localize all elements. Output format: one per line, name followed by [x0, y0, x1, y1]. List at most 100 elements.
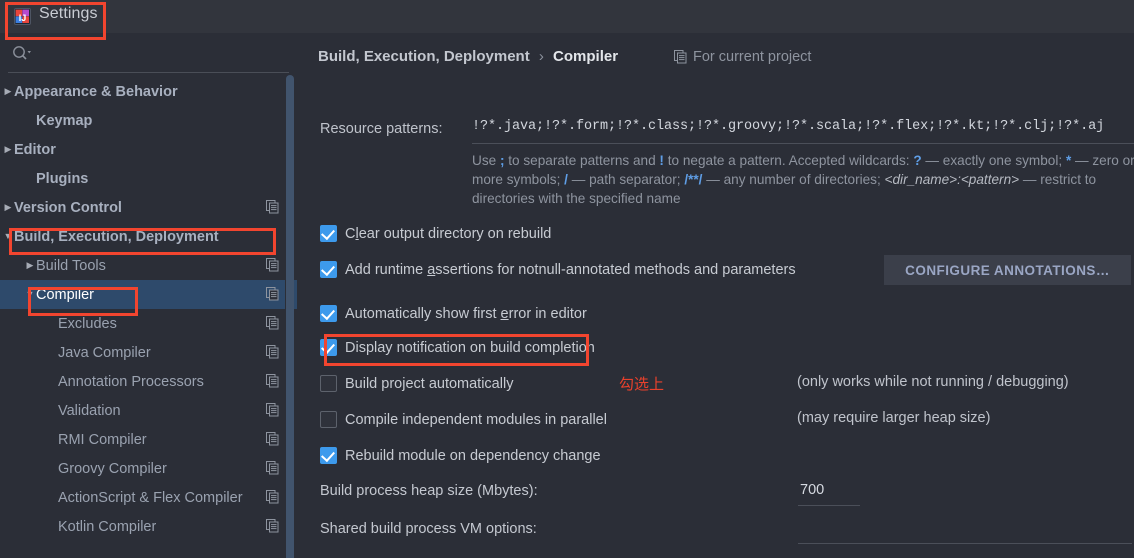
- sidebar-item-build-execution-deployment[interactable]: Build, Execution, Deployment: [0, 222, 297, 251]
- hint-fragment: to separate patterns and: [504, 153, 660, 168]
- checkbox-unchecked-icon[interactable]: [320, 411, 337, 428]
- sidebar-item-label: Java Compiler: [58, 344, 151, 361]
- checkbox-label: Automatically show first error in editor: [345, 305, 587, 322]
- configure-annotations-button[interactable]: CONFIGURE ANNOTATIONS…: [884, 255, 1131, 285]
- copy-icon[interactable]: [266, 287, 279, 301]
- checkbox-rebuild-module-on-dependency-change[interactable]: Rebuild module on dependency change: [320, 447, 601, 464]
- breadcrumb-leaf: Compiler: [553, 48, 619, 65]
- settings-tree: Appearance & Behavior Keymap Editor Plugins…: [0, 77, 297, 558]
- sidebar-item-actionscript-flex-compiler[interactable]: ActionScript & Flex Compiler: [0, 483, 297, 512]
- sidebar-item-groovy-compiler[interactable]: Groovy Compiler: [0, 454, 297, 483]
- copy-icon[interactable]: [266, 432, 279, 446]
- resource-patterns-input[interactable]: !?*.java;!?*.form;!?*.class;!?*.groovy;!…: [472, 119, 1132, 134]
- copy-icon[interactable]: [266, 316, 279, 330]
- sidebar-item-label: Build Tools: [36, 257, 106, 274]
- breadcrumb: Build, Execution, Deployment › Compiler: [318, 48, 618, 65]
- sidebar-item-compiler[interactable]: Compiler: [0, 280, 297, 309]
- heap-size-input[interactable]: 700: [800, 482, 824, 498]
- sidebar-item-rmi-compiler[interactable]: RMI Compiler: [0, 425, 297, 454]
- checkbox-build-project-automatically[interactable]: Build project automatically: [320, 375, 513, 392]
- sidebar-item-label: Version Control: [14, 199, 122, 216]
- sidebar-item-build-tools[interactable]: Build Tools: [0, 251, 297, 280]
- sidebar-item-version-control[interactable]: Version Control: [0, 193, 297, 222]
- sidebar-item-label: Editor: [14, 141, 56, 158]
- hint-fragment: ?: [913, 153, 922, 168]
- resource-patterns-underline: [472, 143, 1134, 144]
- annotation-text-cn: 勾选上: [619, 376, 665, 393]
- hint-fragment: /**/: [684, 172, 703, 187]
- sidebar-item-excludes[interactable]: Excludes: [0, 309, 297, 338]
- copy-icon[interactable]: [266, 519, 279, 533]
- search-input[interactable]: [38, 42, 282, 66]
- sidebar-item-java-compiler[interactable]: Java Compiler: [0, 338, 297, 367]
- sidebar-item-label: Validation: [58, 402, 121, 419]
- checkbox-display-notification-on-build-completion[interactable]: Display notification on build completion: [320, 339, 595, 356]
- hint-fragment: — any number of directories;: [702, 172, 885, 187]
- sidebar-item-label: Compiler: [36, 286, 95, 303]
- sidebar-item-label: Groovy Compiler: [58, 460, 167, 477]
- copy-icon[interactable]: [266, 258, 279, 272]
- sidebar-item-label: Plugins: [36, 170, 89, 187]
- sidebar-item-appearance-behavior[interactable]: Appearance & Behavior: [0, 77, 297, 106]
- checkbox-checked-icon[interactable]: [320, 305, 337, 322]
- dialog-title-bar: IJ Settings: [0, 0, 1134, 33]
- copy-icon[interactable]: [266, 403, 279, 417]
- compiler-settings-panel: Build, Execution, Deployment › Compiler …: [297, 33, 1134, 558]
- sidebar-item-plugins[interactable]: Plugins: [0, 164, 297, 193]
- dialog-title: Settings: [39, 5, 98, 22]
- shared-vm-options-label: Shared build process VM options:: [320, 521, 537, 537]
- scope-indicator[interactable]: For current project: [674, 49, 811, 65]
- copy-icon[interactable]: [266, 345, 279, 359]
- checkbox-checked-icon[interactable]: [320, 339, 337, 356]
- checkbox-unchecked-icon[interactable]: [320, 375, 337, 392]
- note-parallel-compile: (may require larger heap size): [797, 410, 991, 426]
- hint-fragment: Use: [472, 153, 500, 168]
- checkbox-label: Display notification on build completion: [345, 339, 595, 356]
- sidebar-item-label: Appearance & Behavior: [14, 83, 178, 100]
- sidebar-scrollbar-thumb[interactable]: [286, 75, 294, 558]
- copy-icon[interactable]: [266, 374, 279, 388]
- breadcrumb-separator-icon: ›: [538, 48, 544, 65]
- note-build-automatically: (only works while not running / debuggin…: [797, 374, 1069, 390]
- sidebar-item-validation[interactable]: Validation: [0, 396, 297, 425]
- heap-size-underline: [798, 505, 860, 506]
- settings-search[interactable]: [0, 33, 297, 73]
- hint-fragment: to negate a pattern. Accepted wildcards:: [663, 153, 914, 168]
- intellij-logo-icon: IJ: [14, 8, 31, 25]
- sidebar-scrollbar-track[interactable]: [285, 73, 294, 558]
- resource-patterns-label: Resource patterns:: [320, 121, 443, 137]
- checkbox-add-runtime-assertions-for-notnull-annotated-methods-and-parameters[interactable]: Add runtime assertions for notnull-annot…: [320, 261, 796, 278]
- checkbox-label: Compile independent modules in parallel: [345, 411, 607, 428]
- breadcrumb-root[interactable]: Build, Execution, Deployment: [318, 48, 530, 65]
- sidebar-item-label: Excludes: [58, 315, 117, 332]
- search-divider: [8, 72, 289, 73]
- copy-icon[interactable]: [266, 200, 279, 214]
- svg-text:IJ: IJ: [19, 13, 27, 23]
- copy-icon[interactable]: [266, 490, 279, 504]
- hint-fragment: <dir_name>:<pattern>: [884, 172, 1020, 187]
- sidebar-item-keymap[interactable]: Keymap: [0, 106, 297, 135]
- checkbox-clear-output-directory-on-rebuild[interactable]: Clear output directory on rebuild: [320, 225, 551, 242]
- heap-size-label: Build process heap size (Mbytes):: [320, 483, 538, 499]
- sidebar-item-editor[interactable]: Editor: [0, 135, 297, 164]
- checkbox-checked-icon[interactable]: [320, 261, 337, 278]
- sidebar-item-label: Build, Execution, Deployment: [14, 228, 219, 245]
- resource-patterns-hint: Use ; to separate patterns and ! to nega…: [472, 151, 1134, 208]
- copy-icon[interactable]: [266, 461, 279, 475]
- settings-sidebar: Appearance & Behavior Keymap Editor Plugins…: [0, 33, 297, 558]
- sidebar-item-label: RMI Compiler: [58, 431, 147, 448]
- checkbox-checked-icon[interactable]: [320, 225, 337, 242]
- checkbox-label: Add runtime assertions for notnull-annot…: [345, 261, 796, 278]
- copy-icon: [674, 50, 687, 64]
- settings-dialog: IJ Settings Appearance & Behavior Keymap E…: [0, 0, 1134, 558]
- sidebar-item-annotation-processors[interactable]: Annotation Processors: [0, 367, 297, 396]
- hint-fragment: — exactly one symbol;: [921, 153, 1066, 168]
- checkbox-label: Clear output directory on rebuild: [345, 225, 552, 242]
- checkbox-compile-independent-modules-in-parallel[interactable]: Compile independent modules in parallel: [320, 411, 607, 428]
- sidebar-item-label: Kotlin Compiler: [58, 518, 157, 535]
- checkbox-automatically-show-first-error-in-editor[interactable]: Automatically show first error in editor: [320, 305, 587, 322]
- sidebar-item-kotlin-compiler[interactable]: Kotlin Compiler: [0, 512, 297, 541]
- checkbox-checked-icon[interactable]: [320, 447, 337, 464]
- checkbox-label: Rebuild module on dependency change: [345, 447, 601, 464]
- sidebar-item-label: ActionScript & Flex Compiler: [58, 489, 243, 506]
